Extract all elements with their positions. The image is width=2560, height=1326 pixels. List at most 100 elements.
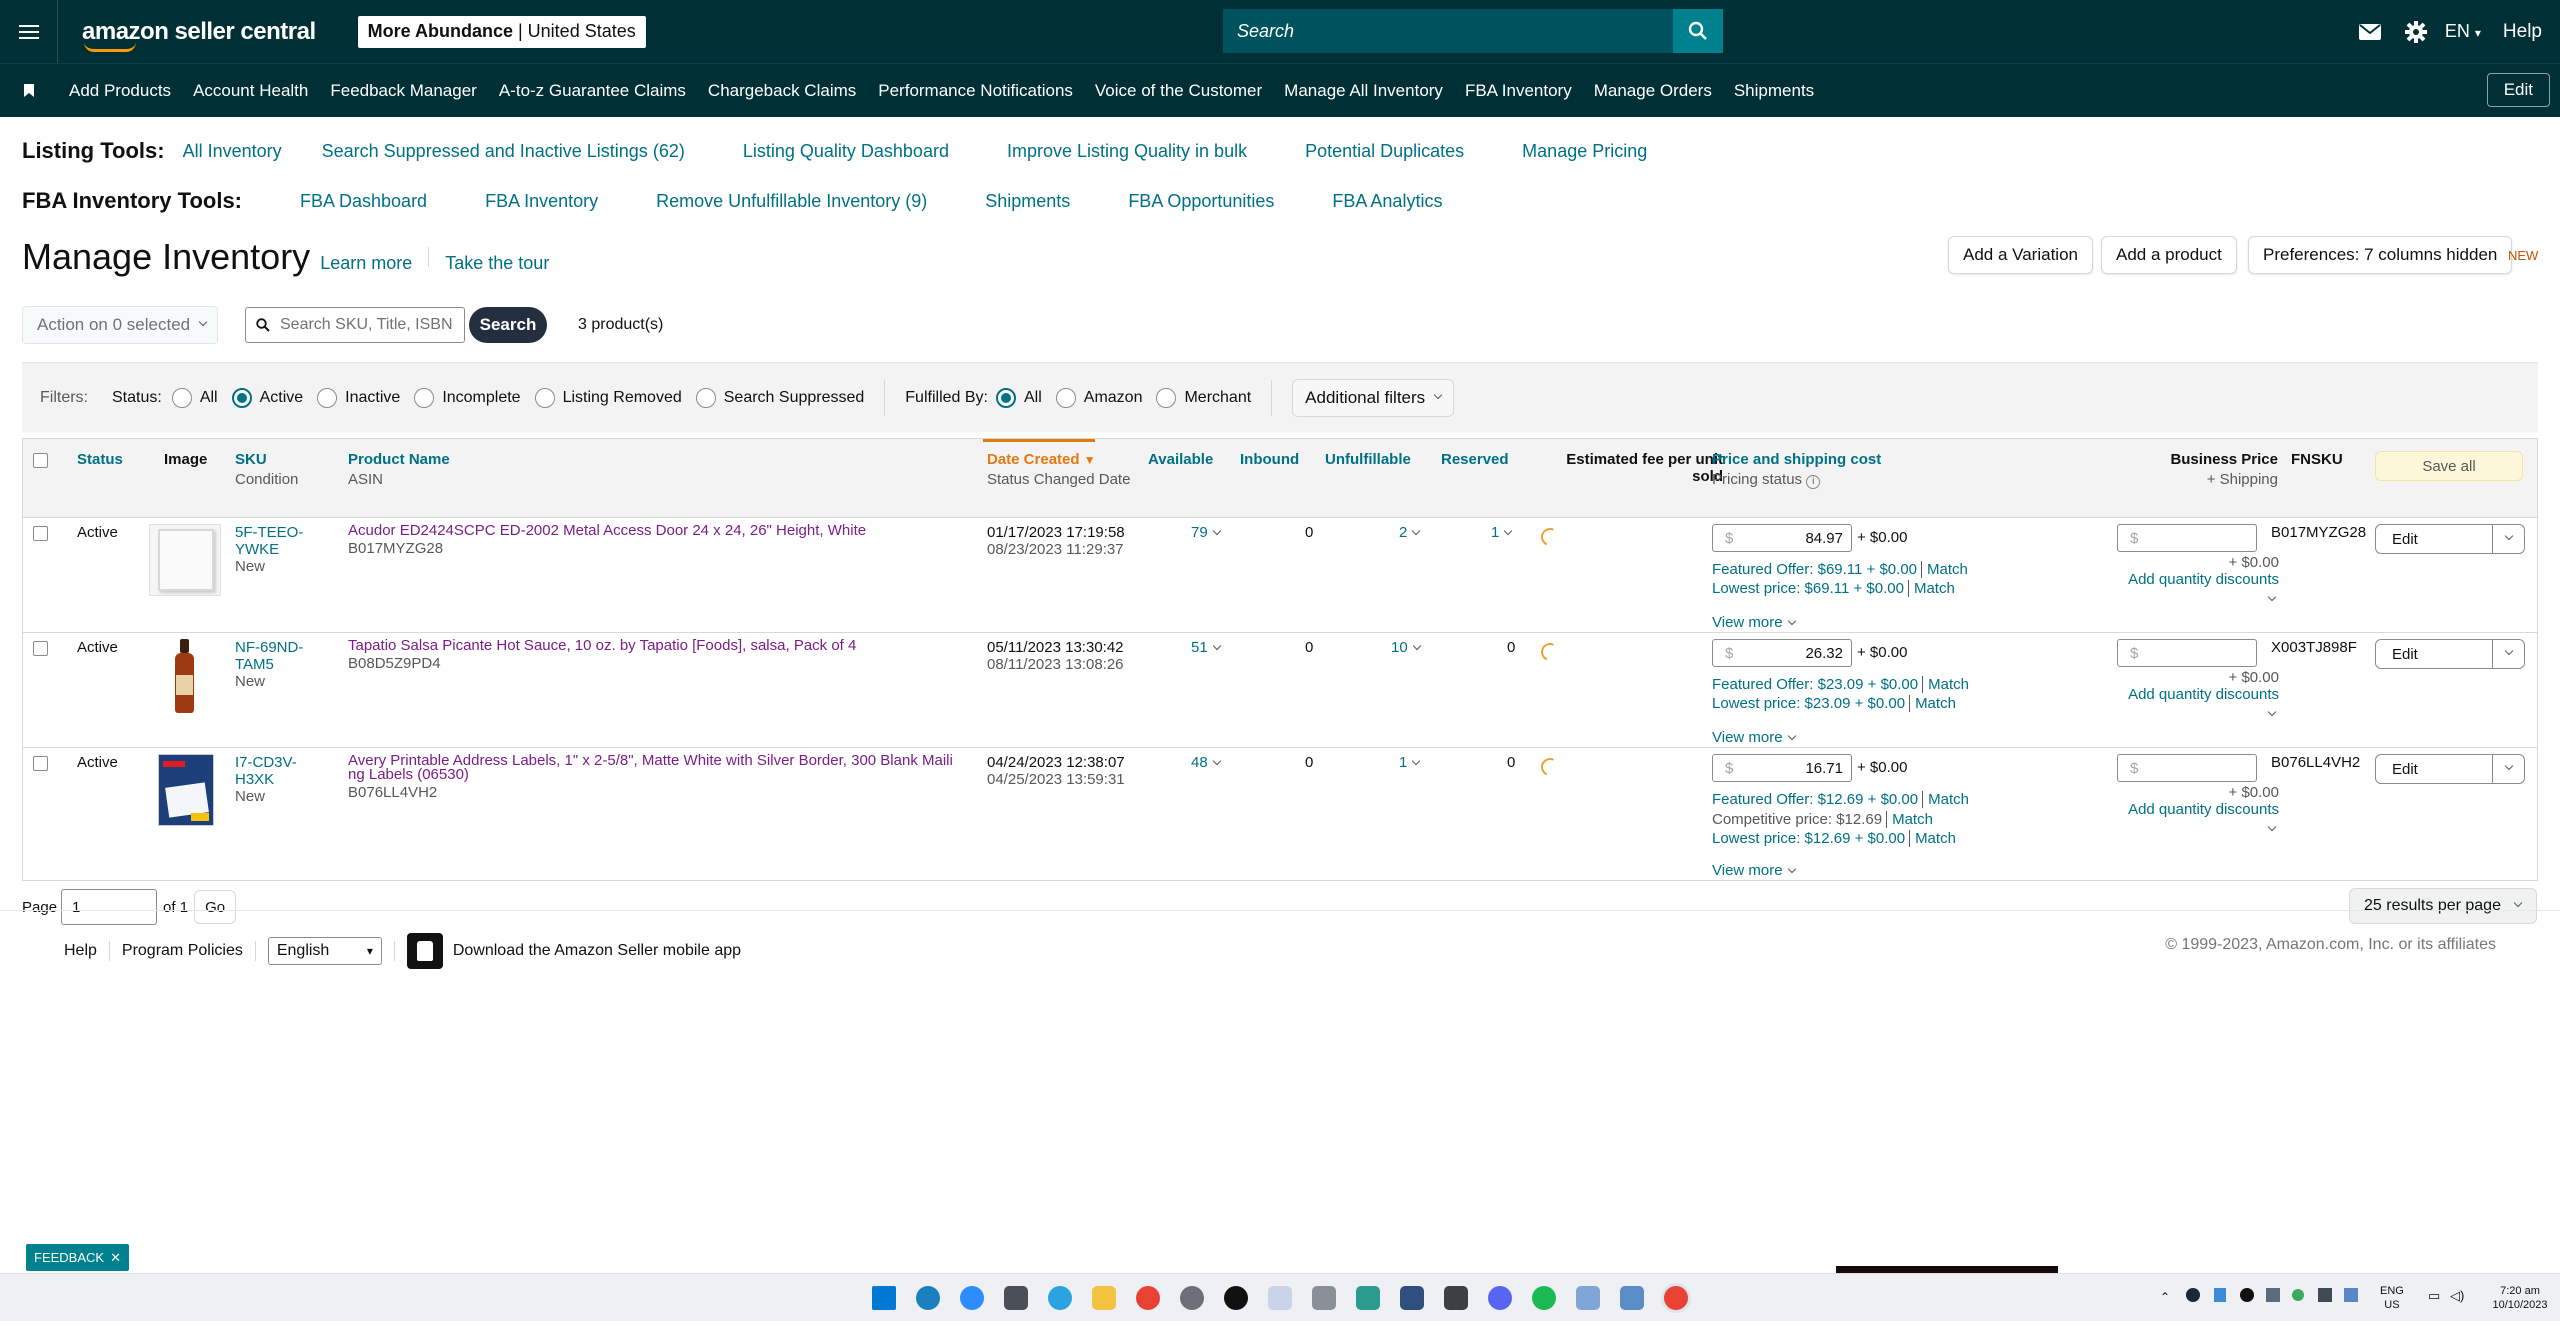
status-radio-incomplete[interactable]: Incomplete (414, 387, 521, 408)
edit-nav-button[interactable]: Edit (2486, 73, 2550, 107)
calculator-icon[interactable] (1004, 1286, 1028, 1310)
download-app-link[interactable]: Download the Amazon Seller mobile app (453, 942, 741, 960)
row-checkbox[interactable] (33, 756, 48, 771)
match-lowest-link[interactable]: Match (1907, 580, 1955, 597)
view-more-link[interactable]: View more (1712, 614, 1796, 631)
language-dropdown[interactable]: EN ▾ (2445, 21, 2481, 42)
nav-item-account-health[interactable]: Account Health (182, 81, 319, 101)
col-reserved[interactable]: Reserved (1441, 451, 1509, 468)
nav-item-fba-inventory[interactable]: FBA Inventory (1454, 81, 1583, 101)
price-input[interactable]: $84.97 (1712, 524, 1852, 552)
col-unfulfillable[interactable]: Unfulfillable (1325, 451, 1411, 468)
edit-button[interactable]: Edit (2376, 755, 2492, 783)
chevron-down-icon[interactable] (2263, 590, 2277, 607)
tool-link-potential-duplicates[interactable]: Potential Duplicates (1305, 141, 1464, 162)
gear-icon[interactable] (2393, 20, 2439, 43)
footer-help-link[interactable]: Help (64, 942, 97, 960)
product-image[interactable] (149, 639, 221, 715)
status-radio-all[interactable]: All (171, 387, 218, 408)
business-price-input[interactable]: $ (2117, 524, 2257, 552)
footer-language-select[interactable]: English ▾ (267, 937, 382, 965)
tray-app-icon[interactable] (2240, 1288, 2254, 1302)
mail-icon[interactable] (2347, 23, 2393, 40)
unfulfillable-dropdown[interactable]: 10 (1391, 639, 1421, 656)
chrome-icon[interactable] (1136, 1286, 1160, 1310)
col-inbound[interactable]: Inbound (1240, 451, 1299, 468)
nav-item-voice-of-customer[interactable]: Voice of the Customer (1084, 81, 1273, 101)
fulfilled-radio-merchant[interactable]: Merchant (1156, 387, 1251, 408)
tray-app-icon[interactable] (2266, 1288, 2280, 1302)
tool-link-listing-quality[interactable]: Listing Quality Dashboard (743, 141, 949, 162)
nav-item-chargeback-claims[interactable]: Chargeback Claims (697, 81, 867, 101)
learn-more-link[interactable]: Learn more (320, 253, 412, 274)
available-dropdown[interactable]: 48 (1191, 754, 1221, 771)
edge-browser-icon[interactable] (916, 1286, 940, 1310)
bulk-action-dropdown[interactable]: Action on 0 selected (22, 306, 218, 344)
spotify-icon[interactable] (1532, 1286, 1556, 1310)
status-radio-active[interactable]: Active (231, 387, 303, 408)
app-icon[interactable] (1268, 1286, 1292, 1310)
network-icon[interactable]: ▭ (2428, 1289, 2440, 1303)
steam-icon[interactable] (2186, 1288, 2200, 1302)
col-available[interactable]: Available (1148, 451, 1213, 468)
edit-dropdown-chevron-icon[interactable] (2492, 755, 2524, 783)
nav-item-add-products[interactable]: Add Products (58, 81, 182, 101)
app-icon[interactable] (1356, 1286, 1380, 1310)
volume-icon[interactable]: ◁) (2450, 1289, 2464, 1303)
col-status[interactable]: Status (77, 451, 123, 468)
take-tour-link[interactable]: Take the tour (445, 253, 549, 274)
tray-app-icon[interactable] (2292, 1289, 2304, 1301)
search-button[interactable] (1673, 9, 1723, 53)
match-lowest-link[interactable]: Match (1909, 830, 1956, 847)
sku-search-button[interactable]: Search (469, 307, 547, 343)
chevron-up-icon[interactable]: ⌃ (2160, 1290, 2170, 1304)
edit-dropdown-chevron-icon[interactable] (2492, 525, 2524, 553)
col-price[interactable]: Price and shipping cost Pricing status i (1712, 451, 1881, 489)
add-quantity-discounts-link[interactable]: Add quantity discounts (2099, 801, 2279, 818)
price-input[interactable]: $26.32 (1712, 639, 1852, 667)
price-input[interactable]: $16.71 (1712, 754, 1852, 782)
tool-link-improve-quality-bulk[interactable]: Improve Listing Quality in bulk (1007, 141, 1247, 162)
sku-link[interactable]: 5F-TEEO- YWKE New (235, 524, 303, 575)
match-lowest-link[interactable]: Match (1909, 695, 1956, 712)
tool-link-suppressed-listings[interactable]: Search Suppressed and Inactive Listings … (322, 141, 685, 162)
tray-app-icon[interactable] (2214, 1288, 2226, 1302)
available-dropdown[interactable]: 79 (1191, 524, 1221, 541)
app-icon[interactable] (1312, 1286, 1336, 1310)
edit-button[interactable]: Edit (2376, 640, 2492, 668)
sku-link[interactable]: NF-69ND- TAM5 New (235, 639, 303, 690)
zoom-app-icon[interactable] (960, 1286, 984, 1310)
sku-search-input[interactable]: Search SKU, Title, ISBN (245, 307, 465, 343)
tray-app-icon[interactable] (2344, 1288, 2358, 1302)
edit-button[interactable]: Edit (2376, 525, 2492, 553)
tool-link-fba-inventory[interactable]: FBA Inventory (485, 191, 598, 212)
reserved-dropdown[interactable]: 1 (1491, 524, 1513, 541)
match-featured-link[interactable]: Match (1921, 561, 1968, 578)
add-quantity-discounts-link[interactable]: Add quantity discounts (2099, 686, 2279, 703)
tool-link-fba-opportunities[interactable]: FBA Opportunities (1128, 191, 1274, 212)
unfulfillable-dropdown[interactable]: 1 (1399, 754, 1421, 771)
product-name-link[interactable]: Tapatio Salsa Picante Hot Sauce, 10 oz. … (348, 638, 978, 653)
available-dropdown[interactable]: 51 (1191, 639, 1221, 656)
status-radio-listing-removed[interactable]: Listing Removed (534, 387, 682, 408)
status-radio-inactive[interactable]: Inactive (317, 387, 400, 408)
clock[interactable]: 7:20 am 10/10/2023 (2490, 1284, 2550, 1312)
row-checkbox[interactable] (33, 641, 48, 656)
info-icon[interactable]: i (1806, 475, 1821, 489)
edit-dropdown-chevron-icon[interactable] (2492, 640, 2524, 668)
nav-item-manage-all-inventory[interactable]: Manage All Inventory (1273, 81, 1454, 101)
close-icon[interactable]: ✕ (110, 1250, 121, 1266)
col-date-created[interactable]: Date Created ▼ Status Changed Date (987, 451, 1130, 488)
windows-start-icon[interactable] (872, 1286, 896, 1310)
unfulfillable-dropdown[interactable]: 2 (1399, 524, 1421, 541)
app-icon[interactable] (1400, 1286, 1424, 1310)
select-all-checkbox[interactable] (33, 453, 48, 468)
product-name-link[interactable]: Acudor ED2424SCPC ED-2002 Metal Access D… (348, 523, 978, 538)
tool-link-remove-unfulfillable[interactable]: Remove Unfulfillable Inventory (9) (656, 191, 927, 212)
col-product-name[interactable]: Product Name ASIN (348, 451, 450, 488)
business-price-input[interactable]: $ (2117, 754, 2257, 782)
status-radio-search-suppressed[interactable]: Search Suppressed (695, 387, 864, 408)
app-icon[interactable] (1620, 1286, 1644, 1310)
tool-link-fba-analytics[interactable]: FBA Analytics (1332, 191, 1442, 212)
match-featured-link[interactable]: Match (1922, 791, 1969, 808)
